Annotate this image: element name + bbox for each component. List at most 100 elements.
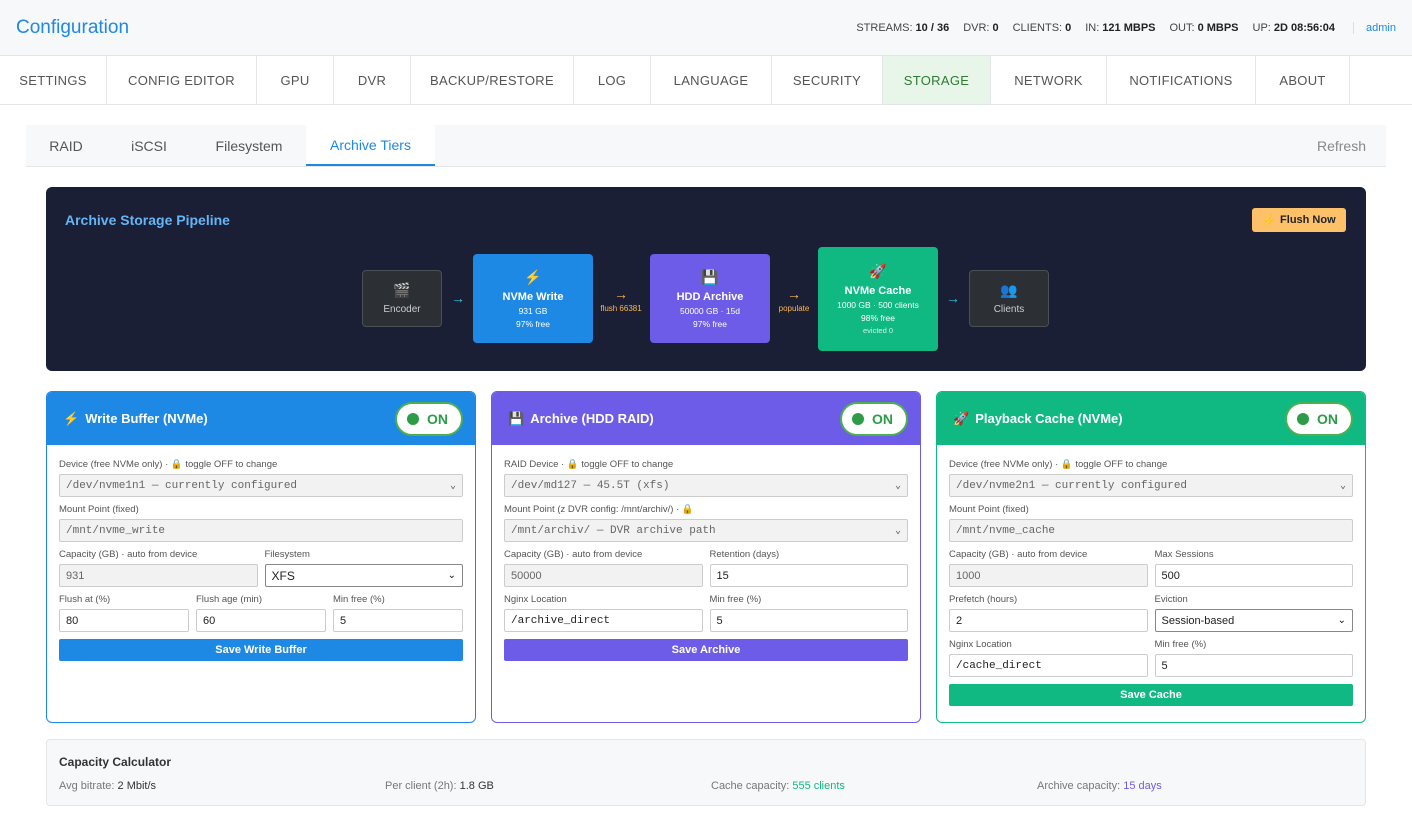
min-free-field[interactable]: 5 bbox=[333, 609, 463, 632]
save-archive-button[interactable]: Save Archive bbox=[504, 639, 908, 661]
main-nav: SETTINGS CONFIG EDITOR GPU DVR BACKUP/RE… bbox=[0, 56, 1412, 105]
filesystem-select[interactable]: XFS ⌄ bbox=[264, 564, 463, 587]
retention-field[interactable]: 15 bbox=[709, 564, 908, 587]
capacity-label: Capacity (GB) · auto from device bbox=[949, 549, 1088, 560]
save-write-buffer-button[interactable]: Save Write Buffer bbox=[59, 639, 463, 661]
capacity-label: Capacity (GB) · auto from device bbox=[504, 549, 643, 560]
nav-storage[interactable]: STORAGE bbox=[883, 56, 991, 104]
tab-iscsi[interactable]: iSCSI bbox=[106, 125, 192, 166]
flush-at-field[interactable]: 80 bbox=[59, 609, 189, 632]
chevron-down-icon: ⌄ bbox=[447, 570, 456, 581]
device-select[interactable]: /dev/nvme2n1 — currently configured ⌄ bbox=[949, 474, 1353, 497]
lightning-icon: ⚡ bbox=[524, 268, 542, 285]
eviction-select[interactable]: Session-based ⌄ bbox=[1154, 609, 1353, 632]
floppy-icon: 💾 bbox=[701, 268, 719, 285]
min-free-field[interactable]: 5 bbox=[1154, 654, 1353, 677]
eviction-label: Eviction bbox=[1154, 594, 1188, 605]
flush-at-label: Flush at (%) bbox=[59, 594, 111, 605]
write-buffer-title: Write Buffer (NVMe) bbox=[85, 411, 208, 426]
device-select[interactable]: /dev/nvme1n1 — currently configured ⌄ bbox=[59, 474, 463, 497]
capacity-field[interactable]: 1000 bbox=[949, 564, 1148, 587]
lightning-icon: ⚡ bbox=[63, 410, 80, 426]
nav-security[interactable]: SECURITY bbox=[772, 56, 883, 104]
capacity-label: Capacity (GB) · auto from device bbox=[59, 549, 198, 560]
rocket-icon: 🚀 bbox=[953, 410, 970, 426]
nav-about[interactable]: ABOUT bbox=[1256, 56, 1350, 104]
mount-field[interactable]: /mnt/nvme_cache bbox=[949, 519, 1353, 542]
write-buffer-toggle[interactable]: ON bbox=[395, 401, 463, 436]
node-encoder: 🎬 Encoder bbox=[362, 270, 442, 327]
prefetch-label: Prefetch (hours) bbox=[949, 594, 1018, 605]
mount-label: Mount Point (fixed) bbox=[59, 504, 139, 515]
raid-device-select[interactable]: /dev/md127 — 45.5T (xfs) ⌄ bbox=[504, 474, 908, 497]
stat-in: IN: 121 MBPS bbox=[1085, 21, 1156, 34]
arrow-encoder-write: → bbox=[451, 290, 465, 306]
min-free-label: Min free (%) bbox=[709, 594, 762, 605]
prefetch-field[interactable]: 2 bbox=[949, 609, 1148, 632]
avg-bitrate: Avg bitrate: 2 Mbit/s bbox=[59, 780, 157, 792]
nginx-location-field[interactable]: /cache_direct bbox=[949, 654, 1148, 677]
mount-label: Mount Point (z DVR config: /mnt/archiv/)… bbox=[504, 504, 694, 515]
raid-device-label: RAID Device · 🔒 toggle OFF to change bbox=[504, 459, 674, 470]
clapper-icon: 🎬 bbox=[393, 282, 411, 298]
arrow-populate: → populate bbox=[778, 286, 810, 313]
tab-filesystem[interactable]: Filesystem bbox=[192, 125, 306, 166]
min-free-field[interactable]: 5 bbox=[709, 609, 908, 632]
playback-cache-header: 🚀 Playback Cache (NVMe) ON bbox=[937, 392, 1365, 445]
stat-streams: STREAMS: 10 / 36 bbox=[856, 21, 950, 34]
stat-dvr: DVR: 0 bbox=[963, 21, 999, 34]
device-label: Device (free NVMe only) · 🔒 toggle OFF t… bbox=[59, 459, 278, 470]
storage-subtabs: RAID iSCSI Filesystem Archive Tiers Refr… bbox=[26, 125, 1386, 167]
playback-cache-card: 🚀 Playback Cache (NVMe) ON Device (free N… bbox=[936, 391, 1366, 723]
arrow-cache-clients: → bbox=[946, 290, 960, 306]
nav-language[interactable]: LANGUAGE bbox=[651, 56, 772, 104]
app-title: Configuration bbox=[16, 16, 130, 38]
max-sessions-label: Max Sessions bbox=[1154, 549, 1214, 560]
node-nvme-cache: 🚀 NVMe Cache 1000 GB · 500 clients 98% f… bbox=[818, 247, 938, 351]
nginx-location-field[interactable]: /archive_direct bbox=[504, 609, 703, 632]
mount-select[interactable]: /mnt/archiv/ — DVR archive path ⌄ bbox=[504, 519, 908, 542]
stat-clients: CLIENTS: 0 bbox=[1012, 21, 1072, 34]
top-bar: Configuration STREAMS: 10 / 36 DVR: 0 CLIE… bbox=[0, 0, 1412, 56]
write-buffer-card: ⚡ Write Buffer (NVMe) ON Device (free NVM… bbox=[46, 391, 476, 723]
mount-field[interactable]: /mnt/nvme_write bbox=[59, 519, 463, 542]
save-cache-button[interactable]: Save Cache bbox=[949, 684, 1353, 706]
cache-capacity: Cache capacity: 555 clients bbox=[711, 780, 845, 792]
calculator-title: Capacity Calculator bbox=[59, 755, 172, 769]
flush-now-button[interactable]: ⚡ Flush Now bbox=[1252, 208, 1346, 232]
tab-raid[interactable]: RAID bbox=[26, 125, 106, 166]
lightning-icon: ⚡ bbox=[1262, 214, 1277, 227]
tab-archive-tiers[interactable]: Archive Tiers bbox=[306, 125, 435, 166]
max-sessions-field[interactable]: 500 bbox=[1154, 564, 1353, 587]
nav-backup-restore[interactable]: BACKUP/RESTORE bbox=[411, 56, 574, 104]
per-client: Per client (2h): 1.8 GB bbox=[385, 780, 494, 792]
user-link[interactable]: admin bbox=[1353, 21, 1396, 34]
capacity-field[interactable]: 931 bbox=[59, 564, 258, 587]
nav-gpu[interactable]: GPU bbox=[257, 56, 334, 104]
nav-dvr[interactable]: DVR bbox=[334, 56, 411, 104]
chevron-down-icon: ⌄ bbox=[894, 525, 901, 537]
nav-log[interactable]: LOG bbox=[574, 56, 651, 104]
status-stats: STREAMS: 10 / 36 DVR: 0 CLIENTS: 0 IN: 121 M… bbox=[842, 21, 1396, 34]
nginx-location-label: Nginx Location bbox=[504, 594, 567, 605]
archive-capacity: Archive capacity: 15 days bbox=[1037, 780, 1162, 792]
nav-settings[interactable]: SETTINGS bbox=[0, 56, 107, 104]
capacity-field[interactable]: 50000 bbox=[504, 564, 703, 587]
flush-age-field[interactable]: 60 bbox=[196, 609, 326, 632]
nav-notifications[interactable]: NOTIFICATIONS bbox=[1107, 56, 1256, 104]
arrow-flush: → flush 66381 bbox=[600, 286, 642, 313]
chevron-down-icon: ⌄ bbox=[449, 480, 456, 492]
archive-toggle[interactable]: ON bbox=[840, 401, 908, 436]
archive-pipeline-panel: Archive Storage Pipeline ⚡ Flush Now 🎬 E… bbox=[46, 187, 1366, 371]
stat-uptime: UP: 2D 08:56:04 bbox=[1252, 21, 1336, 34]
refresh-button[interactable]: Refresh bbox=[1317, 125, 1386, 166]
node-nvme-write: ⚡ NVMe Write 931 GB 97% free bbox=[473, 254, 593, 343]
chevron-down-icon: ⌄ bbox=[894, 480, 901, 492]
nav-network[interactable]: NETWORK bbox=[991, 56, 1107, 104]
archive-card: 💾 Archive (HDD RAID) ON RAID Device · 🔒 t… bbox=[491, 391, 921, 723]
write-buffer-header: ⚡ Write Buffer (NVMe) ON bbox=[47, 392, 475, 445]
min-free-label: Min free (%) bbox=[1154, 639, 1207, 650]
playback-cache-toggle[interactable]: ON bbox=[1285, 401, 1353, 436]
nav-config-editor[interactable]: CONFIG EDITOR bbox=[107, 56, 257, 104]
rocket-icon: 🚀 bbox=[869, 263, 887, 279]
